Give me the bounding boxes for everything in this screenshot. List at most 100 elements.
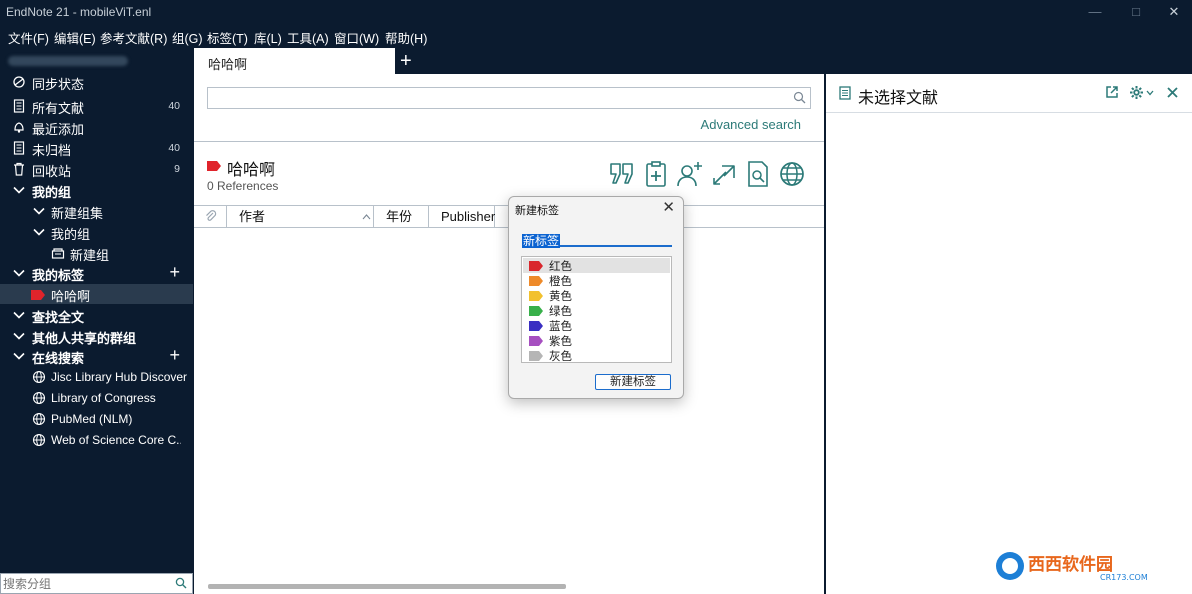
horizontal-scrollbar[interactable] (208, 584, 566, 589)
share-arrow-icon[interactable] (710, 160, 738, 188)
svg-text:CR173.COM: CR173.COM (1100, 573, 1148, 582)
close-icon[interactable] (1167, 87, 1178, 98)
chevron-down-icon (33, 207, 45, 215)
maximize-button[interactable]: □ (1121, 2, 1151, 22)
tag-icon (529, 336, 543, 346)
tag-icon (529, 321, 543, 331)
add-online-search-button[interactable]: + (169, 345, 180, 366)
paperclip-icon (206, 210, 217, 221)
column-year[interactable]: 年份 (374, 206, 429, 227)
globe-icon (32, 412, 46, 426)
attachment-column[interactable] (194, 206, 227, 227)
reference-detail-pane: 未选择文献 (826, 74, 1192, 594)
document-icon (13, 99, 25, 113)
chevron-down-icon (13, 332, 25, 340)
all-refs-count: 40 (168, 100, 180, 112)
sidebar-section-find-fulltext[interactable]: 查找全文 (0, 305, 193, 325)
globe-icon[interactable] (778, 160, 806, 188)
open-external-icon[interactable] (1105, 85, 1119, 99)
tab-library[interactable]: 哈哈啊 (194, 48, 395, 74)
group-search-input[interactable] (3, 576, 168, 591)
color-option-orange[interactable]: 橙色 (523, 273, 670, 288)
title-bar: EndNote 21 - mobileViT.enl — □ ✕ (0, 0, 1192, 25)
sidebar-item-trash[interactable]: 回收站 9 (0, 159, 193, 179)
menu-file[interactable]: 文件(F) (8, 28, 49, 47)
divider (826, 112, 1192, 113)
search-icon[interactable] (793, 91, 806, 104)
reference-toolbar (194, 160, 825, 188)
column-author[interactable]: 作者 (227, 206, 374, 227)
find-pdf-icon[interactable] (744, 160, 772, 188)
sidebar-section-shared-groups[interactable]: 其他人共享的群组 (0, 326, 193, 346)
quote-icon[interactable] (608, 160, 636, 188)
color-option-purple[interactable]: 紫色 (523, 333, 670, 348)
menu-library[interactable]: 库(L) (254, 28, 282, 47)
globe-icon (32, 370, 46, 384)
sidebar-item-new-group-set[interactable]: 新建组集 (0, 201, 193, 221)
bell-icon (14, 122, 24, 133)
reference-search-input[interactable] (207, 87, 811, 109)
menu-bar: 文件(F) 编辑(E) 参考文献(R) 组(G) 标签(T) 库(L) 工具(A… (0, 25, 1192, 47)
new-tag-dialog: 新建标签 ✕ 新标签 红色 橙色 黄色 绿色 蓝色 紫色 灰色 新建标签 (508, 196, 684, 399)
trash-icon (14, 162, 24, 176)
create-tag-button[interactable]: 新建标签 (595, 374, 671, 390)
sidebar-section-online-search[interactable]: 在线搜索 + (0, 345, 193, 366)
sidebar: 同步状态 所有文献 40 最近添加 未归档 40 回收站 9 我的组 新建组集 … (0, 48, 193, 594)
tag-name-input[interactable]: 新标签 (522, 232, 672, 248)
sidebar-item-my-group[interactable]: 我的组 (0, 222, 193, 242)
tag-color-list[interactable]: 红色 橙色 黄色 绿色 蓝色 紫色 灰色 (521, 256, 672, 363)
gear-icon[interactable] (1129, 85, 1144, 100)
sidebar-item-online[interactable]: Jisc Library Hub Discover (0, 367, 193, 387)
sidebar-section-my-tags[interactable]: 我的标签 + (0, 262, 193, 283)
tag-icon (529, 291, 543, 301)
tag-icon (529, 276, 543, 286)
color-option-red[interactable]: 红色 (523, 258, 670, 273)
sidebar-item-sync[interactable]: 同步状态 (0, 72, 193, 92)
group-search-box[interactable] (0, 573, 193, 594)
menu-references[interactable]: 参考文献(R) (100, 28, 167, 47)
divider (194, 141, 825, 142)
watermark-logo: 西西软件园 CR173.COM (990, 548, 1173, 584)
tab-strip: 哈哈啊 + (194, 48, 825, 74)
dialog-close-button[interactable]: ✕ (662, 198, 675, 216)
sidebar-item-tag[interactable]: 哈哈啊 (0, 284, 193, 304)
sidebar-item-new-group[interactable]: 新建组 (0, 243, 193, 263)
menu-tools[interactable]: 工具(A) (287, 28, 329, 47)
svg-text:西西软件园: 西西软件园 (1028, 554, 1113, 575)
unfiled-count: 40 (168, 142, 180, 154)
menu-window[interactable]: 窗口(W) (334, 28, 379, 47)
sidebar-item-online[interactable]: Web of Science Core C... (0, 430, 193, 450)
color-option-blue[interactable]: 蓝色 (523, 318, 670, 333)
tag-icon (529, 261, 543, 271)
column-publisher[interactable]: Publisher (429, 206, 495, 227)
tag-icon (529, 306, 543, 316)
chevron-down-icon (33, 228, 45, 236)
chevron-down-icon (13, 269, 25, 277)
sidebar-section-my-groups[interactable]: 我的组 (0, 180, 193, 200)
menu-help[interactable]: 帮助(H) (385, 28, 427, 47)
clipboard-add-icon[interactable] (642, 160, 670, 188)
sidebar-item-unfiled[interactable]: 未归档 40 (0, 138, 193, 158)
sidebar-item-online[interactable]: PubMed (NLM) (0, 409, 193, 429)
account-name-blurred (8, 56, 128, 66)
add-tab-button[interactable]: + (400, 50, 412, 73)
add-user-icon[interactable] (676, 160, 704, 188)
color-option-yellow[interactable]: 黄色 (523, 288, 670, 303)
menu-tags[interactable]: 标签(T) (207, 28, 248, 47)
sort-ascending-icon (362, 214, 371, 220)
trash-count: 9 (174, 163, 180, 175)
minimize-button[interactable]: — (1080, 2, 1110, 22)
sidebar-item-recently-added[interactable]: 最近添加 (0, 117, 193, 137)
add-tag-button[interactable]: + (169, 262, 180, 283)
close-window-button[interactable]: ✕ (1159, 2, 1189, 22)
menu-edit[interactable]: 编辑(E) (54, 28, 96, 47)
globe-icon (32, 433, 46, 447)
menu-groups[interactable]: 组(G) (172, 28, 203, 47)
color-option-green[interactable]: 绿色 (523, 303, 670, 318)
advanced-search-link[interactable]: Advanced search (701, 117, 801, 132)
sidebar-item-online[interactable]: Library of Congress (0, 388, 193, 408)
sidebar-item-all-references[interactable]: 所有文献 40 (0, 96, 193, 116)
chevron-down-icon (13, 352, 25, 360)
color-option-gray[interactable]: 灰色 (523, 348, 670, 363)
chevron-down-icon[interactable] (1146, 90, 1154, 96)
